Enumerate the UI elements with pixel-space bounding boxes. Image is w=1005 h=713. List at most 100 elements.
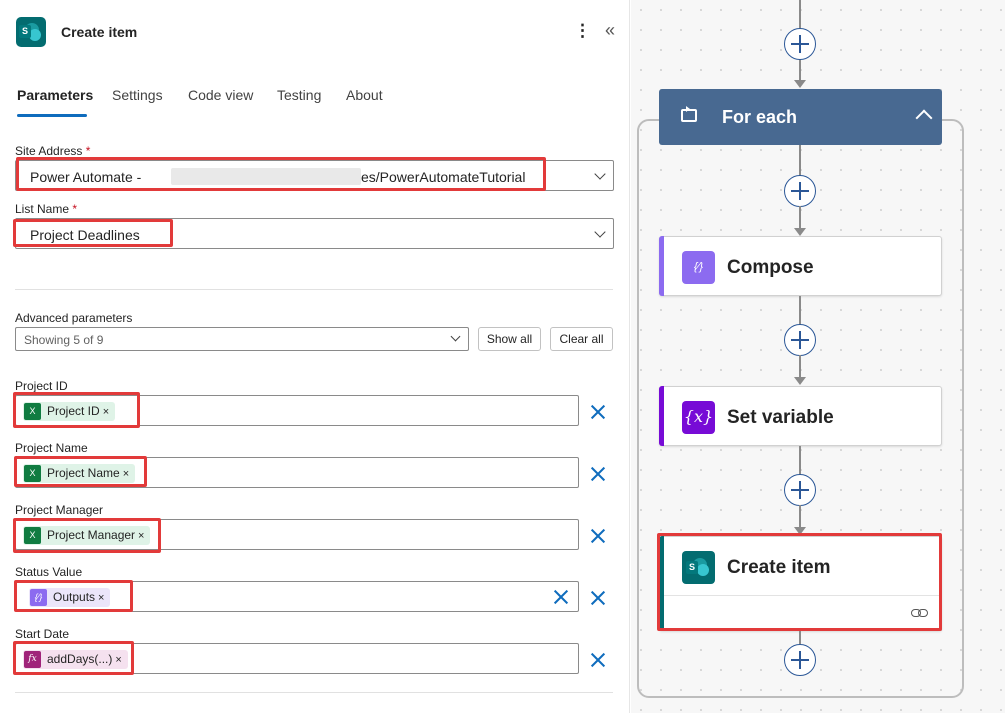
sharepoint-icon: S	[16, 17, 46, 47]
connector-arrow	[794, 527, 806, 535]
token-label: Project ID	[47, 404, 100, 418]
project-name-token[interactable]: X Project Name ×	[23, 464, 136, 483]
chevron-down-icon	[594, 168, 606, 180]
create-item-title: Create item	[727, 557, 831, 578]
remove-token-icon[interactable]: ×	[123, 468, 129, 480]
tab-testing[interactable]: Testing	[277, 87, 321, 103]
variable-icon: {x}	[682, 401, 715, 434]
add-step-button[interactable]	[784, 324, 816, 356]
more-options-icon[interactable]: ⋮	[574, 22, 591, 40]
collapse-panel-icon[interactable]: «	[605, 20, 615, 41]
remove-parameter-icon[interactable]	[590, 466, 606, 482]
adddays-token[interactable]: fx addDays(...) ×	[23, 650, 128, 669]
token-label: addDays(...)	[47, 652, 113, 666]
link-icon[interactable]	[911, 609, 929, 619]
card-accent-bar	[659, 236, 664, 296]
tab-settings[interactable]: Settings	[112, 87, 163, 103]
chevron-up-icon[interactable]	[915, 109, 933, 127]
panel-title: Create item	[61, 24, 138, 40]
redacted-area	[171, 168, 361, 185]
remove-token-icon[interactable]: ×	[103, 406, 109, 418]
divider	[15, 692, 613, 693]
project-manager-label: Project Manager	[15, 503, 104, 517]
card-accent-bar	[659, 386, 664, 446]
chevron-down-icon	[450, 331, 461, 342]
compose-icon: {⁄}	[30, 589, 47, 606]
site-address-value-suffix: es/PowerAutomateTutorial	[361, 169, 526, 185]
show-all-button[interactable]: Show all	[478, 327, 541, 351]
clear-input-icon[interactable]	[553, 589, 569, 605]
set-variable-action-card[interactable]: {x} Set variable	[659, 386, 942, 446]
for-each-title: For each	[722, 107, 798, 127]
fx-icon: fx	[24, 651, 41, 668]
add-step-button[interactable]	[784, 28, 816, 60]
connector-line	[799, 631, 801, 644]
project-id-label: Project ID	[15, 379, 68, 393]
for-each-action-card[interactable]: For each	[659, 89, 942, 145]
token-label: Outputs	[53, 590, 96, 604]
advanced-parameters-value: Showing 5 of 9	[24, 333, 104, 347]
remove-token-icon[interactable]: ×	[138, 530, 144, 542]
tab-parameters[interactable]: Parameters	[17, 87, 93, 103]
excel-icon: X	[24, 527, 41, 544]
add-step-button[interactable]	[784, 644, 816, 676]
site-address-dropdown[interactable]: Power Automate - es/PowerAutomateTutoria…	[15, 160, 614, 191]
compose-icon: {⁄}	[682, 251, 715, 284]
set-variable-title: Set variable	[727, 407, 834, 428]
connector-line	[799, 355, 801, 377]
remove-parameter-icon[interactable]	[590, 528, 606, 544]
start-date-label: Start Date	[15, 627, 70, 641]
connector-line	[799, 505, 801, 527]
action-config-panel: S Create item ⋮ « Parameters Settings Co…	[0, 0, 630, 713]
list-name-label: List Name *	[15, 202, 78, 216]
start-date-input[interactable]: fx addDays(...) ×	[15, 643, 579, 674]
loop-icon	[681, 106, 697, 122]
project-id-input[interactable]: X Project ID ×	[15, 395, 579, 426]
remove-parameter-icon[interactable]	[590, 590, 606, 606]
tab-code-view[interactable]: Code view	[188, 87, 253, 103]
status-value-input[interactable]: {⁄} Outputs ×	[15, 581, 579, 612]
project-name-label: Project Name	[15, 441, 88, 455]
create-item-action-card[interactable]: S Create item	[659, 536, 942, 631]
list-name-dropdown[interactable]: Project Deadlines	[15, 218, 614, 249]
advanced-parameters-label: Advanced parameters	[15, 311, 133, 325]
connector-line	[799, 446, 801, 475]
site-address-value-prefix: Power Automate -	[30, 169, 142, 185]
active-tab-indicator	[17, 114, 87, 117]
site-address-label: Site Address *	[15, 144, 91, 158]
compose-action-card[interactable]: {⁄} Compose	[659, 236, 942, 296]
token-label: Project Name	[47, 466, 120, 480]
project-manager-input[interactable]: X Project Manager ×	[15, 519, 579, 550]
tab-about[interactable]: About	[346, 87, 383, 103]
project-id-token[interactable]: X Project ID ×	[23, 402, 116, 421]
excel-icon: X	[24, 403, 41, 420]
connector-arrow	[794, 80, 806, 88]
chevron-down-icon	[594, 226, 606, 238]
status-value-label: Status Value	[15, 565, 83, 579]
connector-arrow	[794, 377, 806, 385]
clear-all-button[interactable]: Clear all	[550, 327, 613, 351]
outputs-token[interactable]: {⁄} Outputs ×	[29, 588, 111, 607]
sharepoint-icon: S	[682, 551, 715, 584]
token-label: Project Manager	[47, 528, 136, 542]
divider	[15, 289, 613, 290]
card-divider	[664, 595, 940, 596]
connector-line	[799, 59, 801, 81]
remove-token-icon[interactable]: ×	[98, 592, 104, 604]
add-step-button[interactable]	[784, 175, 816, 207]
connector-line	[799, 296, 801, 325]
remove-token-icon[interactable]: ×	[115, 654, 121, 666]
connector-line	[799, 206, 801, 228]
remove-parameter-icon[interactable]	[590, 652, 606, 668]
add-step-button[interactable]	[784, 474, 816, 506]
remove-parameter-icon[interactable]	[590, 404, 606, 420]
compose-title: Compose	[727, 257, 814, 278]
connector-line	[799, 0, 801, 29]
card-accent-bar	[659, 536, 664, 631]
connector-arrow	[794, 228, 806, 236]
advanced-parameters-dropdown[interactable]: Showing 5 of 9	[15, 327, 469, 351]
project-name-input[interactable]: X Project Name ×	[15, 457, 579, 488]
excel-icon: X	[24, 465, 41, 482]
connector-line	[799, 145, 801, 176]
project-manager-token[interactable]: X Project Manager ×	[23, 526, 151, 545]
